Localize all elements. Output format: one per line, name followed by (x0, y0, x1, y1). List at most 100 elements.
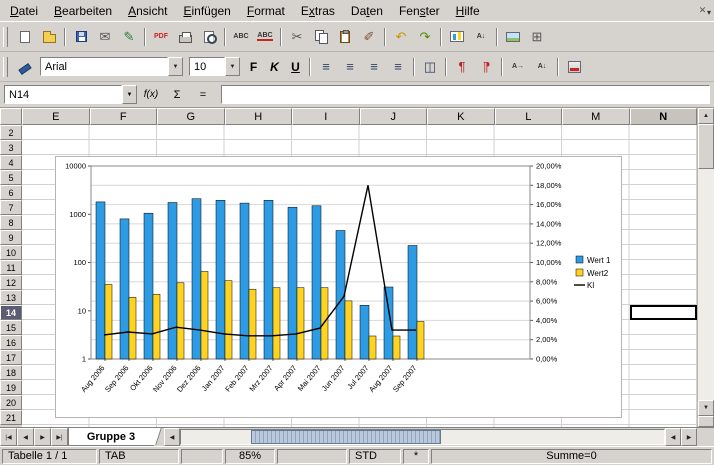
vertical-scroll-thumb[interactable] (698, 124, 714, 169)
column-header-n[interactable]: N (630, 108, 698, 125)
first-sheet-icon[interactable]: |◀ (0, 428, 17, 446)
scroll-left-icon[interactable]: ◀ (665, 428, 681, 446)
vertical-scrollbar[interactable]: ▲ ▼ (697, 108, 714, 427)
font-size-field[interactable]: 10 (189, 57, 225, 76)
equals-icon[interactable]: = (191, 85, 215, 104)
auto-spellcheck-icon[interactable]: ABC (253, 26, 277, 48)
save-document-icon[interactable] (69, 26, 93, 48)
status-empty-1[interactable] (181, 449, 223, 464)
column-header-i[interactable]: I (292, 108, 360, 125)
insert-chart-icon[interactable] (445, 26, 469, 48)
row-header-10[interactable]: 10 (0, 245, 22, 260)
page-preview-icon[interactable] (197, 26, 221, 48)
open-document-icon[interactable] (37, 26, 61, 48)
status-page-style[interactable]: TAB (99, 449, 179, 464)
font-name-dropdown-icon[interactable]: ▼ (168, 57, 183, 76)
row-header-5[interactable]: 5 (0, 170, 22, 185)
previous-sheet-icon[interactable]: ◀ (17, 428, 34, 446)
row-header-17[interactable]: 17 (0, 350, 22, 365)
menu-bearbeiten[interactable]: Bearbeiten (46, 2, 120, 20)
bold-button[interactable]: F (243, 57, 264, 77)
print-file-icon[interactable] (173, 26, 197, 48)
menu-format[interactable]: Format (239, 2, 293, 20)
font-size-dropdown-icon[interactable]: ▼ (225, 57, 240, 76)
menu-extras[interactable]: Extras (293, 2, 343, 20)
paragraph-ltr-icon[interactable]: ¶ (450, 56, 474, 78)
row-header-15[interactable]: 15 (0, 320, 22, 335)
format-paintbrush-icon[interactable]: ✐ (357, 26, 381, 48)
row-header-2[interactable]: 2 (0, 125, 22, 140)
menu-ansicht[interactable]: Ansicht (120, 2, 175, 20)
formula-input[interactable] (221, 85, 710, 104)
row-header-16[interactable]: 16 (0, 335, 22, 350)
paste-icon[interactable] (333, 26, 357, 48)
tab-scroll-left-icon[interactable]: ◀ (164, 428, 180, 446)
status-zoom-level[interactable]: 85% (225, 449, 275, 464)
row-header-9[interactable]: 9 (0, 230, 22, 245)
status-sheet-position[interactable]: Tabelle 1 / 1 (2, 449, 97, 464)
italic-button[interactable]: K (264, 57, 285, 77)
status-modified-indicator[interactable]: * (403, 449, 429, 464)
column-header-g[interactable]: G (157, 108, 225, 125)
document-as-email-icon[interactable]: ✉ (93, 26, 117, 48)
cell-grid[interactable]: 0,00%2,00%4,00%6,00%8,00%10,00%12,00%14,… (22, 125, 697, 427)
status-empty-2[interactable] (277, 449, 347, 464)
vertical-scroll-track[interactable] (698, 124, 714, 400)
last-sheet-icon[interactable]: ▶| (51, 428, 68, 446)
navigator-icon[interactable]: ⊞ (525, 26, 549, 48)
next-sheet-icon[interactable]: ▶ (34, 428, 51, 446)
export-pdf-icon[interactable]: PDF (149, 26, 173, 48)
text-direction-horizontal-icon[interactable]: A→ (506, 56, 530, 78)
font-size-combo[interactable]: 10 ▼ (189, 57, 240, 76)
row-header-8[interactable]: 8 (0, 215, 22, 230)
column-header-h[interactable]: H (225, 108, 293, 125)
sum-icon[interactable]: Σ (165, 85, 189, 104)
gallery-icon[interactable] (501, 26, 525, 48)
menu-daten[interactable]: Daten (343, 2, 391, 20)
embedded-chart[interactable]: 0,00%2,00%4,00%6,00%8,00%10,00%12,00%14,… (55, 156, 622, 418)
paragraph-rtl-icon[interactable]: ¶ (474, 56, 498, 78)
horizontal-scroll-track[interactable] (180, 429, 665, 445)
row-header-12[interactable]: 12 (0, 275, 22, 290)
font-name-combo[interactable]: Arial ▼ (40, 57, 183, 76)
status-selection-sum[interactable]: Summe=0 (431, 449, 712, 464)
status-insert-mode[interactable]: STD (349, 449, 401, 464)
edit-file-icon[interactable]: ✎ (117, 26, 141, 48)
column-header-k[interactable]: K (427, 108, 495, 125)
align-center-icon[interactable]: ≡ (338, 56, 362, 78)
row-header-18[interactable]: 18 (0, 365, 22, 380)
row-header-3[interactable]: 3 (0, 140, 22, 155)
menu-hilfe[interactable]: Hilfe (448, 2, 488, 20)
cut-icon[interactable]: ✂ (285, 26, 309, 48)
row-header-6[interactable]: 6 (0, 185, 22, 200)
cell-reference-dropdown-icon[interactable]: ▼ (122, 85, 137, 104)
scroll-right-icon[interactable]: ▶ (681, 428, 697, 446)
redo-icon[interactable]: ↷ (413, 26, 437, 48)
menu-fenster[interactable]: Fenster (391, 2, 448, 20)
undo-icon[interactable]: ↶ (389, 26, 413, 48)
row-header-14[interactable]: 14 (0, 305, 22, 320)
horizontal-scroll-thumb[interactable] (251, 430, 441, 444)
column-header-f[interactable]: F (90, 108, 158, 125)
underline-button[interactable]: U (285, 57, 306, 77)
active-cell-n14[interactable] (630, 305, 698, 320)
cell-reference-box[interactable]: N14 (4, 85, 122, 104)
fill-format-mode-icon[interactable] (13, 56, 37, 78)
text-direction-vertical-icon[interactable]: A↓ (530, 56, 554, 78)
scroll-down-icon[interactable]: ▼ (698, 400, 714, 416)
row-header-20[interactable]: 20 (0, 395, 22, 410)
row-header-21[interactable]: 21 (0, 410, 22, 425)
menu-datei[interactable]: Datei (2, 2, 46, 20)
select-all-corner[interactable] (0, 108, 22, 125)
new-document-icon[interactable] (13, 26, 37, 48)
column-header-j[interactable]: J (360, 108, 428, 125)
toolbar-options-icon[interactable]: ▾ (707, 8, 711, 17)
row-header-4[interactable]: 4 (0, 155, 22, 170)
column-header-l[interactable]: L (495, 108, 563, 125)
row-header-7[interactable]: 7 (0, 200, 22, 215)
align-left-icon[interactable]: ≡ (314, 56, 338, 78)
scroll-up-icon[interactable]: ▲ (698, 108, 714, 124)
menu-einf-gen[interactable]: Einfügen (175, 2, 238, 20)
font-name-field[interactable]: Arial (40, 57, 168, 76)
align-right-icon[interactable]: ≡ (362, 56, 386, 78)
